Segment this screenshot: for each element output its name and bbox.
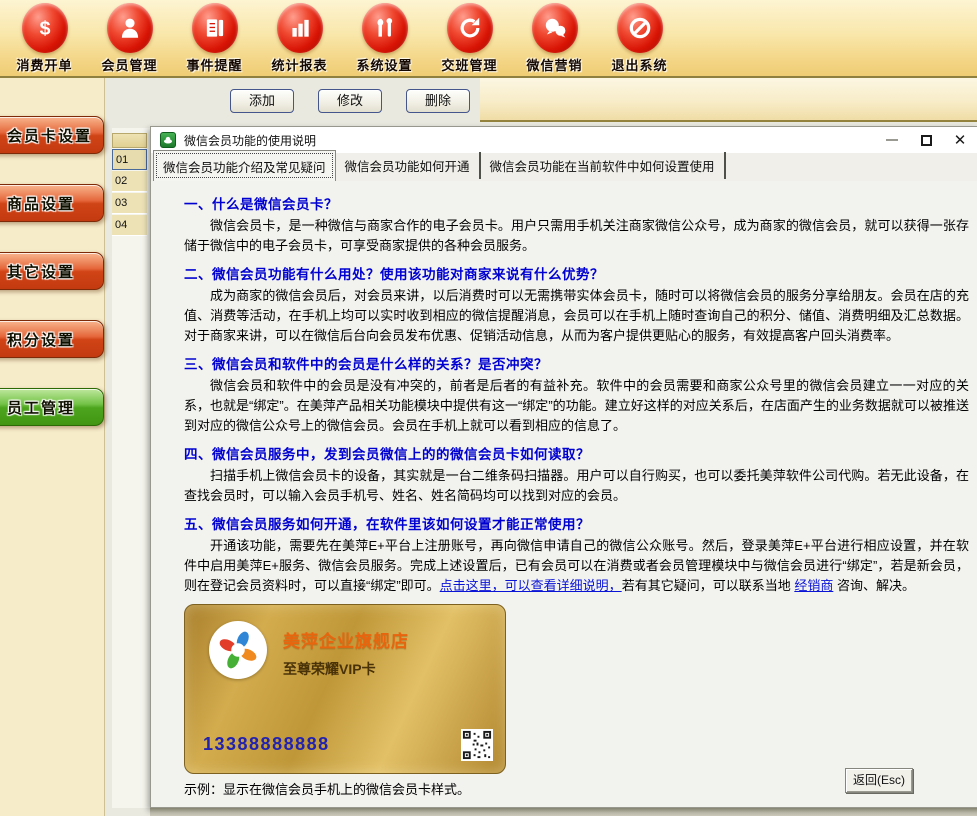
delete-button[interactable]: 删除 [406, 89, 470, 113]
dealer-link[interactable]: 经销商 [794, 578, 833, 593]
dialog-title: 微信会员功能的使用说明 [184, 132, 316, 149]
section-heading-5: 五、微信会员服务如何开通，在软件里该如何设置才能正常使用？ [184, 513, 969, 533]
sidebar-item-member-card-settings[interactable]: 会员卡设置 [0, 116, 104, 154]
sidebar: 会员卡设置 商品设置 其它设置 积分设置 员工管理 [0, 78, 105, 816]
toolbar-item-members[interactable]: 会员管理 [87, 0, 172, 74]
toolbar-item-wechat[interactable]: 微信营销 [512, 0, 597, 74]
table-row[interactable]: 04 [112, 215, 147, 236]
section-heading-4: 四、微信会员服务中，发到会员微信上的的微信会员卡如何读取？ [184, 443, 969, 463]
toolbar-item-events[interactable]: 事件提醒 [172, 0, 257, 74]
qr-code-icon [461, 729, 493, 761]
return-esc-button[interactable]: 返回(Esc) [845, 768, 913, 793]
toolbar-item-label: 统计报表 [257, 55, 342, 74]
toolbar-item-label: 微信营销 [512, 55, 597, 74]
wechat-help-dialog: 微信会员功能的使用说明 ✕ 微信会员功能介绍及常见疑问 微信会员功能如何开通 微… [150, 126, 977, 808]
card-member-number: 13388888888 [203, 734, 330, 755]
toolbar-item-label: 会员管理 [87, 55, 172, 74]
section-body-2: 成为商家的微信会员后，对会员来讲，以后消费时可以无需携带实体会员卡，随时可以将微… [184, 286, 969, 346]
toolbar-item-label: 交班管理 [427, 55, 512, 74]
toolbar-item-label: 消费开单 [2, 55, 87, 74]
minimize-icon[interactable] [875, 127, 909, 153]
table-row[interactable]: 01 [112, 149, 147, 170]
table-row[interactable]: 03 [112, 193, 147, 214]
toolbar-item-label: 事件提醒 [172, 55, 257, 74]
dialog-content: 一、什么是微信会员卡？ 微信会员卡，是一种微信与商家合作的电子会员卡。用户只需用… [151, 181, 977, 809]
toolbar-item-exit[interactable]: 退出系统 [597, 0, 682, 74]
sidebar-item-label: 其它设置 [7, 261, 75, 282]
dollar-icon: $ [22, 3, 68, 53]
toolbar-item-label: 退出系统 [597, 55, 682, 74]
toolbar-item-settings[interactable]: 系统设置 [342, 0, 427, 74]
section-body-1: 微信会员卡，是一种微信与商家合作的电子会员卡。用户只需用手机关注商家微信公众号，… [184, 216, 969, 256]
tab-intro-faq[interactable]: 微信会员功能介绍及常见疑问 [153, 150, 336, 181]
window-bottom-edge [150, 808, 977, 816]
toolbar-item-label: 系统设置 [342, 55, 427, 74]
detail-instructions-link[interactable]: 点击这里，可以查看详细说明， [440, 578, 622, 593]
sidebar-item-other-settings[interactable]: 其它设置 [0, 252, 104, 290]
shop-logo-icon [209, 621, 267, 679]
tools-icon [362, 3, 408, 53]
table-row[interactable]: 02 [112, 171, 147, 192]
toolbar-item-reports[interactable]: 统计报表 [257, 0, 342, 74]
section-body-3: 微信会员和软件中的会员是没有冲突的，前者是后者的有益补充。软件中的会员需要和商家… [184, 376, 969, 436]
no-entry-icon [617, 3, 663, 53]
wechat-member-card-sample: 美萍企业旗舰店 至尊荣耀VIP卡 13388888888 [184, 604, 506, 774]
tab-software-setup[interactable]: 微信会员功能在当前软件中如何设置使用 [481, 152, 726, 179]
toolbar-item-billing[interactable]: $ 消费开单 [2, 0, 87, 74]
toolbar-item-shift[interactable]: 交班管理 [427, 0, 512, 74]
bar-chart-icon [277, 3, 323, 53]
sidebar-item-label: 商品设置 [7, 193, 75, 214]
section-5-tail: 咨询、解决。 [833, 578, 915, 593]
section-heading-2: 二、微信会员功能有什么用处？使用该功能对商家来说有什么优势？ [184, 263, 969, 283]
refresh-icon [447, 3, 493, 53]
toolbar-gold-strip [480, 78, 977, 122]
dialog-cloud-icon [160, 132, 176, 148]
main-toolbar: $ 消费开单 会员管理 事件提醒 统计报表 系统设置 [0, 0, 977, 78]
close-icon[interactable]: ✕ [943, 127, 977, 153]
app-window: $ 消费开单 会员管理 事件提醒 统计报表 系统设置 [0, 0, 977, 816]
sidebar-item-label: 积分设置 [7, 329, 75, 350]
card-shop-name: 美萍企业旗舰店 [283, 627, 409, 652]
background-table: 01 02 03 04 [112, 128, 150, 808]
card-vip-label: 至尊荣耀VIP卡 [283, 659, 376, 679]
window-controls: ✕ [875, 127, 977, 153]
maximize-icon[interactable] [909, 127, 943, 153]
section-heading-3: 三、微信会员和软件中的会员是什么样的关系？是否冲突？ [184, 353, 969, 373]
section-body-5: 开通该功能，需要先在美萍E+平台上注册账号，再向微信申请自己的微信公众账号。然后… [184, 536, 969, 596]
table-header-cell [112, 133, 147, 148]
svg-text:$: $ [39, 18, 50, 40]
section-5-middle: 若有其它疑问，可以联系当地 [622, 578, 795, 593]
sidebar-item-label: 会员卡设置 [7, 125, 92, 146]
wechat-icon [532, 3, 578, 53]
tab-how-to-enable[interactable]: 微信会员功能如何开通 [336, 152, 481, 179]
section-body-4: 扫描手机上微信会员卡的设备，其实就是一台二维条码扫描器。用户可以自行购买，也可以… [184, 466, 969, 506]
notebook-icon [192, 3, 238, 53]
dialog-tabstrip: 微信会员功能介绍及常见疑问 微信会员功能如何开通 微信会员功能在当前软件中如何设… [151, 153, 977, 181]
member-icon [107, 3, 153, 53]
sidebar-item-label: 员工管理 [7, 397, 75, 418]
modify-button[interactable]: 修改 [318, 89, 382, 113]
add-button[interactable]: 添加 [230, 89, 294, 113]
section-heading-1: 一、什么是微信会员卡？ [184, 193, 969, 213]
sidebar-item-product-settings[interactable]: 商品设置 [0, 184, 104, 222]
sidebar-item-points-settings[interactable]: 积分设置 [0, 320, 104, 358]
sidebar-item-staff-management[interactable]: 员工管理 [0, 388, 104, 426]
